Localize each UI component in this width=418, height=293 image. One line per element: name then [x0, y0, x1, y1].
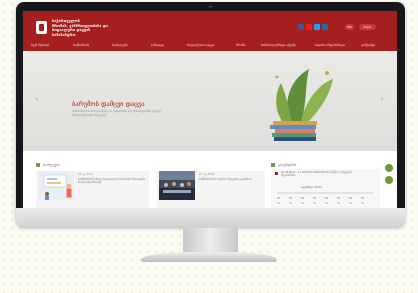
calendar-divider [277, 192, 373, 194]
nav-item[interactable]: სამართლებრივი აქტები [261, 43, 296, 47]
books-plant-illustration [270, 69, 333, 141]
nav-item[interactable]: ჯანდაცვა [151, 43, 164, 47]
section-marker-icon [271, 163, 275, 167]
hero-title: ბარემოს დამცვი დაცვა [72, 100, 145, 108]
events-panel: 20.08.2023 - 21.08.2023 სამინისტროს სამუ… [271, 169, 380, 208]
site-brand[interactable]: საქართველოს შრომის, ჯანმრთელობისა და სოც… [52, 19, 108, 37]
news-thumbnail[interactable] [159, 171, 195, 200]
news-card[interactable]: 20 აგვ 2023 სამინისტრომ ახალი სოციალური … [36, 171, 149, 208]
nav-item[interactable]: კონტაქტი [361, 43, 375, 47]
news-text: სამინისტრომ ახალი სოციალური პროგრამა წარ… [78, 178, 146, 185]
news-heading: სიახლეები [43, 163, 60, 167]
calendar-days[interactable] [277, 202, 373, 204]
nav-item[interactable]: სოციალური დაცვა [187, 43, 214, 47]
linkedin-icon[interactable] [322, 24, 328, 30]
ministry-logo[interactable] [36, 21, 47, 34]
twitter-icon[interactable] [314, 24, 320, 30]
news-text: სამინისტროში სამუშაო შეხვედრა გაიმართა [199, 178, 252, 181]
chevron-right-icon[interactable]: › [380, 95, 384, 105]
main-nav: ჩვენ შესახებ საქმიანობა სიახლეები ჯანდაც… [23, 40, 397, 51]
calendar-month: აგვისტო 2023 [301, 185, 322, 189]
site-header: საქართველოს შრომის, ჯანმრთელობისა და სოც… [23, 11, 397, 51]
monitor-stand-neck [183, 228, 238, 254]
nav-item[interactable]: სიახლეები [112, 43, 128, 47]
screen: საქართველოს შრომის, ჯანმრთელობისა და სოც… [23, 11, 397, 208]
facebook-icon[interactable] [298, 24, 304, 30]
language-button[interactable]: EN [345, 24, 354, 30]
hero-banner: ‹ › ბარემოს დამცვი დაცვა სამინისტროს პრო… [23, 51, 397, 151]
nav-item[interactable]: საქმიანობა [73, 43, 89, 47]
brand-line: სამინისტრო [52, 32, 76, 37]
news-date: 18 აგვ 2023 [199, 173, 215, 176]
event-marker-icon [275, 172, 278, 175]
chevron-left-icon[interactable]: ‹ [35, 95, 39, 105]
section-marker-icon [36, 163, 40, 167]
calendar-days[interactable] [277, 197, 373, 199]
nav-item[interactable]: საჯარო ინფორმაცია [315, 43, 345, 47]
news-thumbnail[interactable] [38, 171, 74, 200]
monitor-stand-base [141, 252, 277, 262]
news-date: 20 აგვ 2023 [78, 173, 94, 176]
accessibility-button[interactable] [385, 164, 393, 172]
news-card[interactable]: 18 აგვ 2023 სამინისტროში სამუშაო შეხვედრ… [157, 171, 265, 208]
chat-button[interactable] [385, 176, 393, 184]
monitor-chin [16, 208, 405, 228]
search-button[interactable]: ძიება [359, 24, 376, 30]
nav-item[interactable]: ჩვენ შესახებ [31, 43, 49, 47]
youtube-icon[interactable] [306, 24, 312, 30]
hero-description: სამინისტროს პროგრამები და სერვისები ხელმ… [72, 109, 161, 117]
events-heading: კალენდარი [278, 163, 297, 167]
nav-item[interactable]: შრომა [236, 43, 245, 47]
event-text[interactable]: 20.08.2023 - 21.08.2023 სამინისტროს სამუ… [281, 171, 367, 178]
webcam [209, 5, 212, 8]
